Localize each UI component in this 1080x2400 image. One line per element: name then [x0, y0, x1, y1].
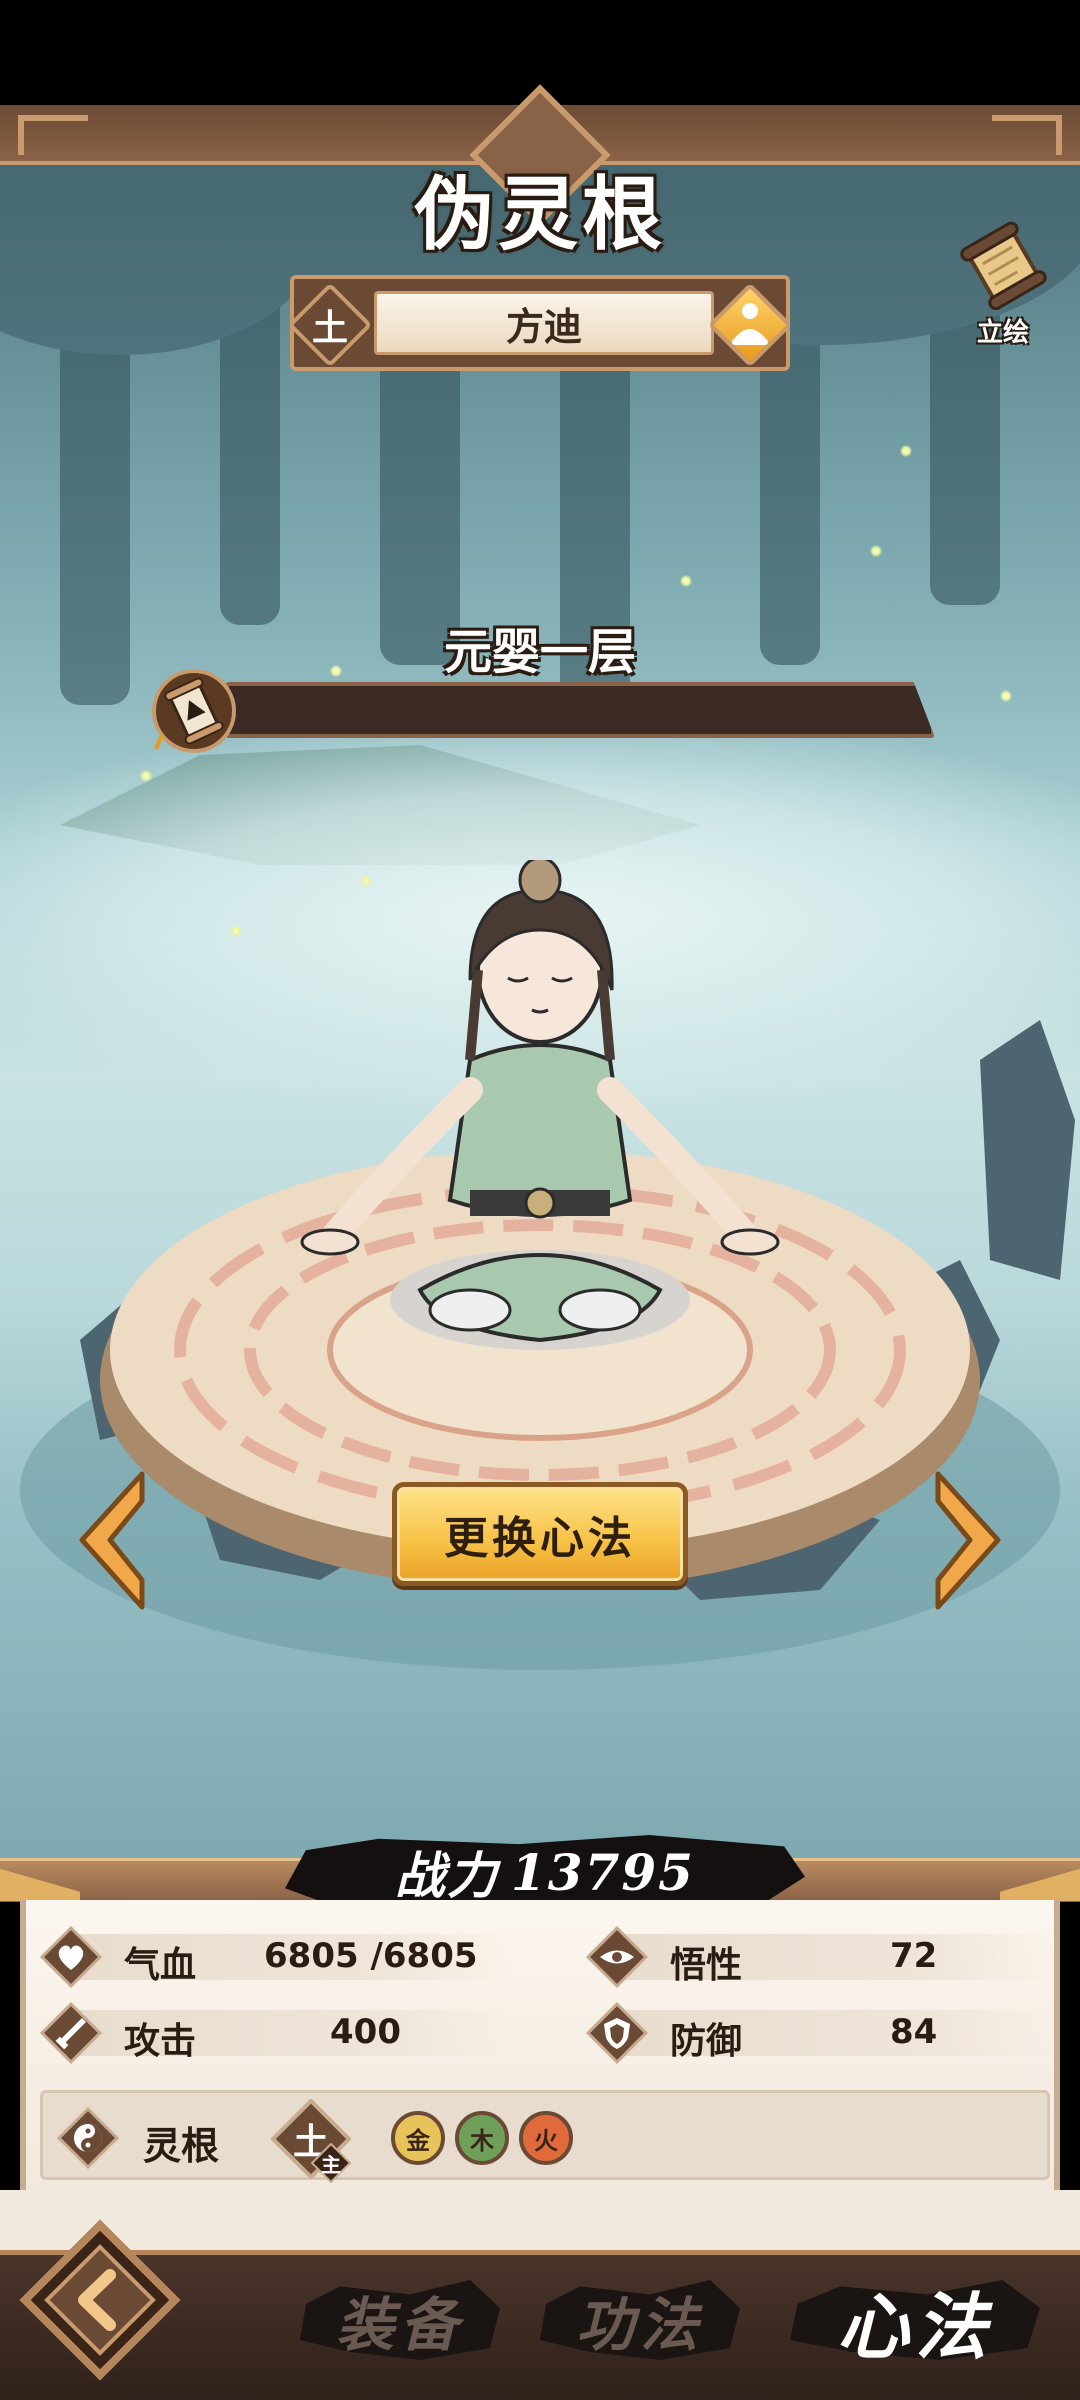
change-method-button[interactable]: 更换心法	[392, 1482, 688, 1586]
stat-comprehension: 悟性 72	[586, 1926, 1056, 1988]
secondary-spirit-root[interactable]: 火	[519, 2111, 573, 2165]
firefly	[900, 445, 912, 457]
stat-label: 防御	[670, 2020, 743, 2062]
yin-yang-icon	[57, 2107, 119, 2169]
stats-panel: 气血 6805 /6805 悟性 72 攻击 400 防御 84 灵根 土 主 …	[20, 1900, 1060, 2190]
frame-ornament	[992, 115, 1062, 155]
tab-equipment[interactable]: 装备	[300, 2270, 500, 2370]
firefly	[1000, 690, 1012, 702]
meditation-platform	[20, 860, 1075, 1670]
stat-attack: 攻击 400	[40, 2002, 540, 2064]
firefly	[680, 575, 692, 587]
heart-icon	[40, 1926, 102, 1988]
shield-icon	[586, 2002, 648, 2064]
portrait-label: 立绘	[976, 318, 1029, 348]
firefly	[870, 545, 882, 557]
stat-value: 6805 /6805	[264, 1936, 478, 1976]
scroll-icon	[960, 221, 1047, 310]
tab-label: 心法	[836, 2283, 993, 2369]
tab-label: 装备	[335, 2291, 464, 2359]
stat-label: 悟性	[670, 1944, 743, 1986]
tab-label: 功法	[575, 2291, 704, 2359]
cultivation-progress-bar	[225, 682, 935, 738]
firefly	[140, 770, 152, 782]
previous-character-arrow[interactable]	[72, 1468, 152, 1613]
realm-label: 元婴一层	[443, 624, 636, 680]
element-badge: 土	[287, 282, 373, 368]
stat-defense: 防御 84	[586, 2002, 1056, 2064]
secondary-spirit-root[interactable]: 木	[455, 2111, 509, 2165]
element-label: 土	[311, 308, 348, 349]
main-root-tag-label: 主	[321, 2152, 341, 2177]
stat-value: 84	[890, 2012, 938, 2052]
tab-skills[interactable]: 功法	[540, 2270, 740, 2370]
character-name[interactable]: 方迪	[374, 291, 714, 355]
meditating-figure-icon	[732, 303, 768, 345]
combat-power: 战力 13795	[285, 1836, 805, 1908]
frame-ornament	[18, 115, 88, 155]
stat-value: 400	[330, 2012, 401, 2052]
eye-icon	[586, 1926, 648, 1988]
main-root-tag: 主	[311, 2143, 351, 2183]
combat-power-label: 战力	[395, 1846, 500, 1905]
back-button[interactable]	[10, 2205, 190, 2385]
portrait-button[interactable]: 立绘	[948, 220, 1058, 350]
page-title: 伪灵根	[414, 167, 666, 261]
character-class-badge[interactable]	[707, 282, 793, 368]
stat-label: 气血	[124, 1944, 197, 1986]
tab-mind-method[interactable]: 心法	[790, 2270, 1040, 2370]
stat-value: 72	[890, 1936, 938, 1976]
spirit-root-label: 灵根	[143, 2123, 220, 2168]
stat-hp: 气血 6805 /6805	[40, 1926, 540, 1988]
spirit-root-row: 灵根 土 主 金 木 火	[40, 2090, 1050, 2183]
next-character-arrow[interactable]	[928, 1468, 1008, 1613]
combat-power-value: 13795	[511, 1842, 695, 1902]
technique-scroll-icon[interactable]	[148, 665, 240, 757]
character-name-plate: 土 方迪	[287, 275, 793, 371]
secondary-spirit-root[interactable]: 金	[391, 2111, 445, 2165]
sword-icon	[40, 2002, 102, 2064]
stat-label: 攻击	[124, 2020, 197, 2062]
